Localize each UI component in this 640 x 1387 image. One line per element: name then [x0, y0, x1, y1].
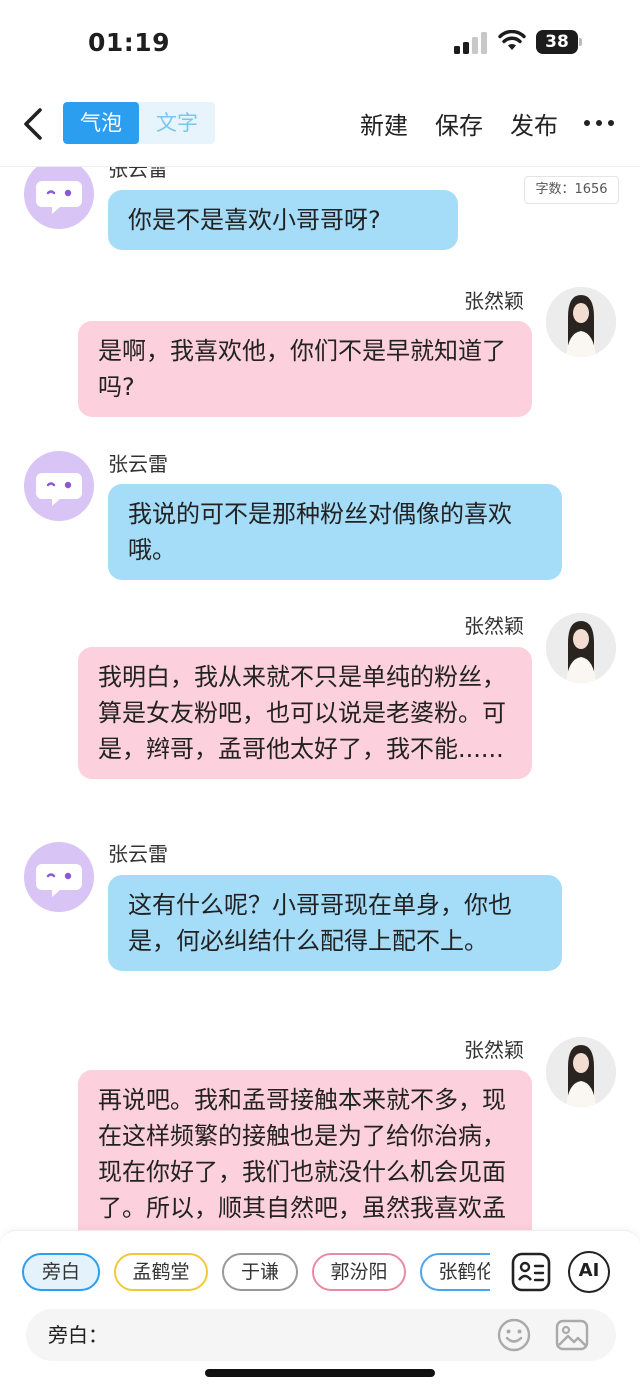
role-chip-narration[interactable]: 旁白	[22, 1253, 100, 1291]
back-arrow-icon[interactable]	[18, 104, 48, 144]
battery-level: 38	[545, 32, 569, 52]
speaker-name: 张云雷	[108, 452, 168, 476]
input-role-label: 旁白：	[48, 1323, 108, 1347]
role-chip[interactable]: 郭汾阳	[312, 1253, 406, 1291]
message-bubble[interactable]: 你是不是喜欢小哥哥呀?	[108, 190, 458, 250]
tab-bubble[interactable]: 气泡	[63, 102, 139, 144]
emoji-icon[interactable]	[496, 1317, 532, 1353]
speaker-name: 张然颖	[464, 1038, 524, 1062]
new-button[interactable]: 新建	[360, 106, 408, 141]
message-bubble[interactable]: 再说吧。我和孟哥接触本来就不多，现在这样频繁的接触也是为了给你治病，现在你好了，…	[78, 1070, 532, 1230]
top-navigation: 气泡 文字 新建 保存 发布	[0, 92, 640, 156]
avatar[interactable]	[546, 1037, 616, 1107]
status-time: 01:19	[88, 28, 171, 57]
wifi-icon	[498, 30, 526, 50]
speaker-name: 张然颖	[464, 614, 524, 638]
role-chip[interactable]: 张鹤伦	[420, 1253, 490, 1291]
avatar[interactable]	[24, 451, 94, 521]
avatar[interactable]	[546, 613, 616, 683]
user-portrait-icon	[546, 1037, 616, 1107]
avatar[interactable]	[24, 167, 94, 229]
home-indicator	[205, 1369, 435, 1377]
save-button[interactable]: 保存	[435, 106, 483, 141]
image-icon[interactable]	[554, 1317, 590, 1353]
user-portrait-icon	[546, 613, 616, 683]
message-bubble[interactable]: 我明白，我从来就不只是单纯的粉丝，算是女友粉吧，也可以说是老婆粉。可是，辫哥，孟…	[78, 647, 532, 779]
speaker-name: 张云雷	[108, 842, 168, 866]
more-options-icon[interactable]	[584, 120, 614, 128]
character-card-icon[interactable]	[510, 1251, 552, 1293]
speaker-name: 张云雷	[108, 167, 168, 181]
chat-area[interactable]: 张云雷 字数：1656 你是不是喜欢小哥哥呀? 张然颖 是啊，我喜欢他，你们不是…	[0, 167, 640, 1230]
message-bubble[interactable]: 是啊，我喜欢他，你们不是早就知道了吗?	[78, 321, 532, 417]
mode-segmented-control: 气泡 文字	[63, 102, 215, 144]
bot-face-icon	[36, 473, 82, 506]
cellular-signal-icon	[454, 32, 487, 54]
role-chip[interactable]: 孟鹤堂	[114, 1253, 208, 1291]
word-count-badge: 字数：1656	[524, 176, 619, 204]
status-bar: 01:19 38	[0, 0, 640, 88]
avatar[interactable]	[546, 287, 616, 357]
message-input[interactable]: 旁白：	[26, 1309, 616, 1361]
role-chip-list[interactable]: 旁白 孟鹤堂 于谦 郭汾阳 张鹤伦	[0, 1253, 490, 1293]
speaker-name: 张然颖	[464, 289, 524, 313]
battery-icon: 38	[536, 30, 584, 54]
role-chip[interactable]: 于谦	[222, 1253, 298, 1291]
bot-face-icon	[36, 864, 82, 897]
user-portrait-icon	[546, 287, 616, 357]
ai-button[interactable]: AI	[568, 1251, 610, 1293]
message-bubble[interactable]: 这有什么呢？小哥哥现在单身，你也是，何必纠结什么配得上配不上。	[108, 875, 562, 971]
message-bubble[interactable]: 我说的可不是那种粉丝对偶像的喜欢哦。	[108, 484, 562, 580]
bot-face-icon	[36, 181, 82, 214]
tab-text[interactable]: 文字	[139, 102, 215, 144]
composer-panel: 旁白 孟鹤堂 于谦 郭汾阳 张鹤伦 AI 旁白：	[0, 1230, 640, 1387]
publish-button[interactable]: 发布	[510, 106, 558, 141]
avatar[interactable]	[24, 842, 94, 912]
